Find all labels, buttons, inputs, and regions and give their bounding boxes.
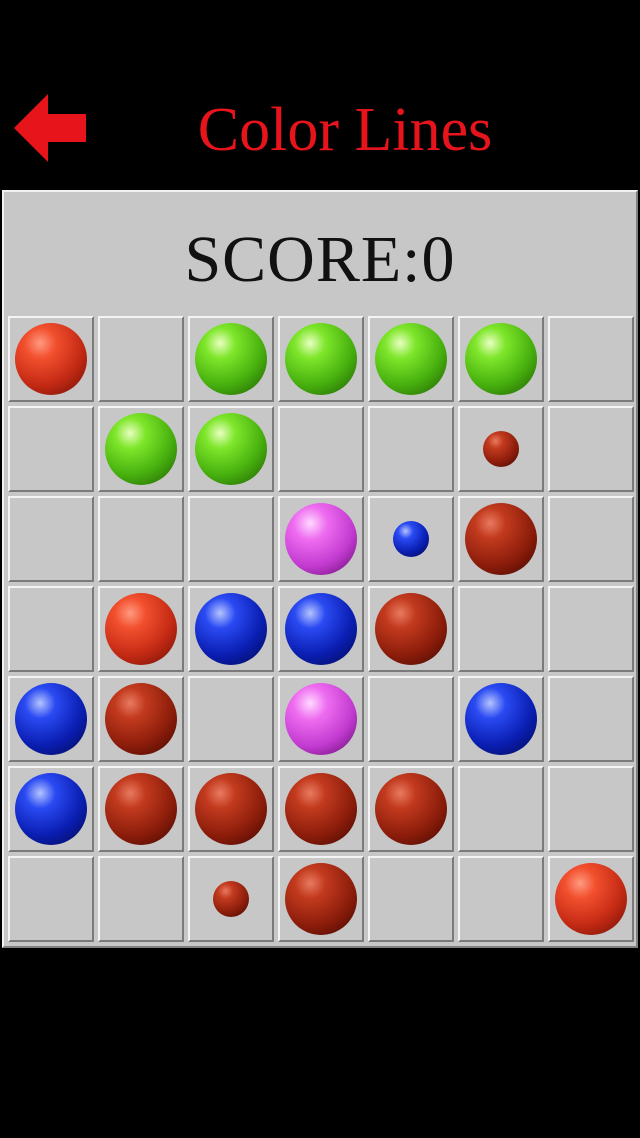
grid-cell-r5-c4[interactable]	[278, 676, 364, 762]
grid-cell-r2-c3[interactable]	[188, 406, 274, 492]
grid-cell-r5-c5[interactable]	[368, 676, 454, 762]
ball-red-bright[interactable]	[105, 593, 177, 665]
grid-cell-r3-c6[interactable]	[458, 496, 544, 582]
grid-cell-r5-c2[interactable]	[98, 676, 184, 762]
ball-red-dark[interactable]	[195, 773, 267, 845]
next-ball-red-dark[interactable]	[213, 881, 249, 917]
ball-green[interactable]	[285, 323, 357, 395]
grid-cell-r4-c7[interactable]	[548, 586, 634, 672]
grid-cell-r3-c7[interactable]	[548, 496, 634, 582]
grid-cell-r7-c2[interactable]	[98, 856, 184, 942]
grid-cell-r4-c2[interactable]	[98, 586, 184, 672]
grid-cell-r1-c2[interactable]	[98, 316, 184, 402]
grid-cell-r1-c7[interactable]	[548, 316, 634, 402]
ball-magenta[interactable]	[285, 503, 357, 575]
grid-cell-r1-c6[interactable]	[458, 316, 544, 402]
ball-red-dark[interactable]	[105, 683, 177, 755]
grid-cell-r7-c3[interactable]	[188, 856, 274, 942]
next-ball-red-dark[interactable]	[483, 431, 519, 467]
grid-cell-r6-c4[interactable]	[278, 766, 364, 852]
grid-cell-r1-c3[interactable]	[188, 316, 274, 402]
grid-cell-r4-c4[interactable]	[278, 586, 364, 672]
grid-cell-r2-c6[interactable]	[458, 406, 544, 492]
grid-cell-r4-c3[interactable]	[188, 586, 274, 672]
back-arrow-icon	[14, 94, 86, 162]
grid-cell-r3-c4[interactable]	[278, 496, 364, 582]
grid-cell-r3-c2[interactable]	[98, 496, 184, 582]
grid-cell-r7-c7[interactable]	[548, 856, 634, 942]
grid-cell-r4-c5[interactable]	[368, 586, 454, 672]
app-title: Color Lines	[197, 96, 493, 164]
grid-cell-r3-c5[interactable]	[368, 496, 454, 582]
grid-cell-r6-c2[interactable]	[98, 766, 184, 852]
grid-cell-r2-c5[interactable]	[368, 406, 454, 492]
ball-red-dark[interactable]	[375, 593, 447, 665]
grid-cell-r7-c6[interactable]	[458, 856, 544, 942]
ball-green[interactable]	[465, 323, 537, 395]
grid-cell-r6-c6[interactable]	[458, 766, 544, 852]
score-display: SCORE:0	[184, 223, 456, 296]
ball-blue[interactable]	[285, 593, 357, 665]
ball-blue[interactable]	[465, 683, 537, 755]
ball-blue[interactable]	[195, 593, 267, 665]
bottom-area	[0, 950, 640, 1138]
ball-red-dark[interactable]	[465, 503, 537, 575]
grid-cell-r6-c3[interactable]	[188, 766, 274, 852]
grid-cell-r5-c7[interactable]	[548, 676, 634, 762]
ball-blue[interactable]	[15, 773, 87, 845]
grid-cell-r5-c1[interactable]	[8, 676, 94, 762]
grid-cell-r2-c7[interactable]	[548, 406, 634, 492]
grid-cell-r1-c1[interactable]	[8, 316, 94, 402]
game-board-panel: SCORE:0	[2, 190, 638, 948]
grid-cell-r7-c5[interactable]	[368, 856, 454, 942]
grid-cell-r2-c4[interactable]	[278, 406, 364, 492]
app-screen: Color Lines SCORE:0	[0, 0, 640, 1138]
grid-cell-r1-c4[interactable]	[278, 316, 364, 402]
ball-red-dark[interactable]	[285, 773, 357, 845]
back-button[interactable]	[12, 92, 88, 164]
ball-red-bright[interactable]	[15, 323, 87, 395]
grid-cell-r6-c7[interactable]	[548, 766, 634, 852]
ball-magenta[interactable]	[285, 683, 357, 755]
next-ball-blue[interactable]	[393, 521, 429, 557]
grid-cell-r6-c5[interactable]	[368, 766, 454, 852]
grid-cell-r2-c2[interactable]	[98, 406, 184, 492]
ball-green[interactable]	[195, 413, 267, 485]
grid-cell-r4-c6[interactable]	[458, 586, 544, 672]
ball-red-dark[interactable]	[375, 773, 447, 845]
game-grid	[8, 316, 638, 946]
grid-cell-r5-c3[interactable]	[188, 676, 274, 762]
ball-blue[interactable]	[15, 683, 87, 755]
ball-green[interactable]	[375, 323, 447, 395]
grid-cell-r3-c3[interactable]	[188, 496, 274, 582]
ball-green[interactable]	[105, 413, 177, 485]
grid-cell-r7-c4[interactable]	[278, 856, 364, 942]
grid-cell-r7-c1[interactable]	[8, 856, 94, 942]
grid-cell-r4-c1[interactable]	[8, 586, 94, 672]
ball-green[interactable]	[195, 323, 267, 395]
grid-cell-r3-c1[interactable]	[8, 496, 94, 582]
grid-cell-r2-c1[interactable]	[8, 406, 94, 492]
header: Color Lines	[0, 0, 640, 188]
grid-cell-r1-c5[interactable]	[368, 316, 454, 402]
grid-cell-r5-c6[interactable]	[458, 676, 544, 762]
ball-red-dark[interactable]	[105, 773, 177, 845]
grid-cell-r6-c1[interactable]	[8, 766, 94, 852]
ball-red-dark[interactable]	[285, 863, 357, 935]
ball-red-bright[interactable]	[555, 863, 627, 935]
